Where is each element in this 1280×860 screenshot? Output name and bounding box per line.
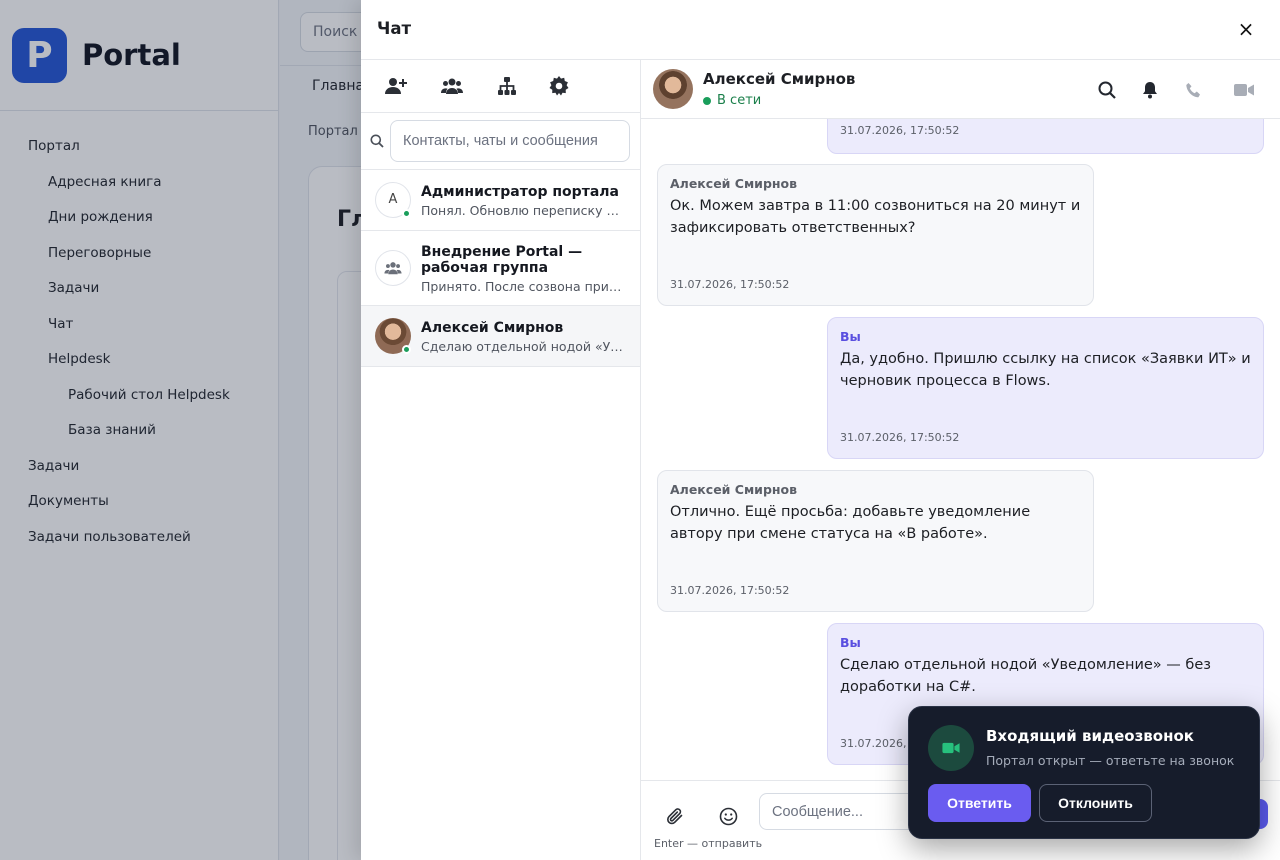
- contact-preview: Принято. После созвона пришлю протокол: [421, 279, 626, 294]
- users-icon[interactable]: [440, 74, 464, 98]
- search-icon: [370, 133, 384, 152]
- message-list[interactable]: 31.07.2026, 17:50:52 Алексей Смирнов Ок.…: [641, 119, 1280, 780]
- video-camera-icon: [928, 725, 974, 771]
- message-author: Вы: [840, 329, 861, 344]
- accept-call-button[interactable]: Ответить: [928, 784, 1031, 822]
- online-indicator: [402, 209, 411, 218]
- contact-preview: Понял. Обновлю переписку в рабочей групп…: [421, 203, 626, 218]
- online-indicator: [402, 345, 411, 354]
- avatar[interactable]: [653, 69, 693, 109]
- video-camera-icon[interactable]: [1233, 79, 1255, 101]
- status-text: В сети: [717, 93, 762, 108]
- call-title: Входящий видеозвонок: [986, 727, 1194, 745]
- contacts-panel: А Администратор портала Понял. Обновлю п…: [361, 60, 641, 860]
- close-icon[interactable]: ×: [1234, 17, 1258, 41]
- contact-item-admin[interactable]: А Администратор портала Понял. Обновлю п…: [361, 170, 640, 231]
- bell-icon[interactable]: [1139, 79, 1161, 101]
- message-text: Сделаю отдельной нодой «Уведомление» — б…: [840, 657, 1211, 695]
- message-text: Отлично. Ещё просьба: добавьте уведомлен…: [670, 504, 1031, 542]
- message-author: Алексей Смирнов: [670, 482, 798, 497]
- conversation-name: Алексей Смирнов: [703, 70, 856, 88]
- contact-item-alexey[interactable]: Алексей Смирнов Сделаю отдельной нодой «…: [361, 306, 640, 367]
- decline-call-button[interactable]: Отклонить: [1039, 784, 1152, 822]
- contact-preview: Сделаю отдельной нодой «Уведомление»: [421, 339, 626, 354]
- message-outgoing: Вы Да, удобно. Пришлю ссылку на список «…: [827, 317, 1264, 459]
- chat-title: Чат: [377, 19, 412, 38]
- message-time: 31.07.2026, 17:50:52: [840, 431, 960, 444]
- contact-name: Администратор портала: [421, 184, 619, 200]
- contacts-search-input[interactable]: [390, 120, 630, 162]
- chat-drawer-header: Чат ×: [361, 0, 1280, 60]
- paperclip-icon[interactable]: [662, 803, 688, 829]
- message-time: 31.07.2026, 17:50:52: [670, 584, 790, 597]
- contacts-toolbar: [361, 60, 640, 113]
- contacts-search: [361, 113, 640, 170]
- call-subtitle: Портал открыт — ответьте на звонок: [986, 753, 1235, 768]
- message-incoming: Алексей Смирнов Отлично. Ещё просьба: до…: [657, 470, 1094, 612]
- search-icon[interactable]: [1096, 79, 1118, 101]
- contact-name: Алексей Смирнов: [421, 320, 564, 336]
- message-time: 31.07.2026, 17:50:52: [840, 124, 960, 137]
- phone-icon[interactable]: [1182, 79, 1204, 101]
- message-author: Вы: [840, 635, 861, 650]
- incoming-call-toast: Входящий видеозвонок Портал открыт — отв…: [908, 706, 1260, 839]
- org-structure-icon[interactable]: [495, 74, 519, 98]
- emoji-icon[interactable]: [715, 803, 741, 829]
- contact-item-group[interactable]: Внедрение Portal — рабочая группа Принят…: [361, 231, 640, 306]
- users-icon: [384, 262, 402, 275]
- add-contact-icon[interactable]: [384, 74, 408, 98]
- message-author: Алексей Смирнов: [670, 176, 798, 191]
- message-text: Ок. Можем завтра в 11:00 созвониться на …: [670, 198, 1081, 236]
- settings-gear-icon[interactable]: [547, 74, 571, 98]
- conversation-header: Алексей Смирнов В сети: [641, 60, 1280, 119]
- composer-hint: Enter — отправить: [654, 837, 763, 850]
- message-incoming: Алексей Смирнов Ок. Можем завтра в 11:00…: [657, 164, 1094, 306]
- contact-name: Внедрение Portal — рабочая группа: [421, 244, 583, 276]
- status-badge: В сети: [703, 93, 761, 108]
- group-avatar: [375, 250, 411, 286]
- message-outgoing: 31.07.2026, 17:50:52: [827, 119, 1264, 154]
- message-text: Да, удобно. Пришлю ссылку на список «Зая…: [840, 351, 1251, 389]
- message-time: 31.07.2026, 17:50:52: [670, 278, 790, 291]
- online-indicator: [703, 96, 711, 105]
